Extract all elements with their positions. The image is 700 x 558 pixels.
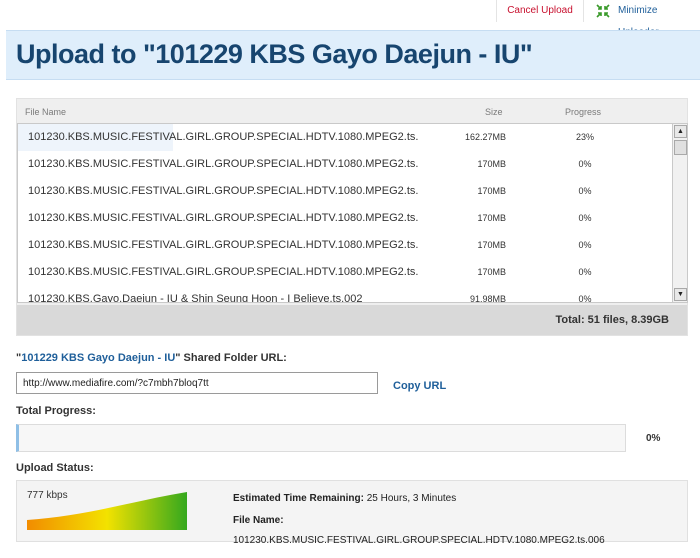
file-size-cell: 170MB bbox=[477, 186, 506, 196]
shared-folder-label-suffix: " Shared Folder URL: bbox=[175, 352, 287, 364]
estimated-time-remaining: Estimated Time Remaining: 25 Hours, 3 Mi… bbox=[233, 493, 456, 504]
file-total-summary: Total: 51 files, 8.39GB bbox=[555, 314, 669, 326]
top-bar: Cancel Upload Minimize Uploader bbox=[0, 0, 700, 38]
file-row[interactable]: 101230.KBS.MUSIC.FESTIVAL.GIRL.GROUP.SPE… bbox=[18, 124, 672, 151]
file-name-cell: 101230.KBS.MUSIC.FESTIVAL.GIRL.GROUP.SPE… bbox=[28, 185, 419, 197]
file-size-cell: 170MB bbox=[477, 240, 506, 250]
file-name-cell: 101230.KBS.MUSIC.FESTIVAL.GIRL.GROUP.SPE… bbox=[28, 212, 419, 224]
upload-status-label: Upload Status: bbox=[16, 462, 94, 474]
upload-status-panel: 777 kbps Estimated Time Remaining: 25 Ho… bbox=[16, 480, 688, 546]
scroll-down-arrow-icon[interactable]: ▼ bbox=[674, 288, 687, 301]
file-list: File Name Size Progress 101230.KBS.MUSIC… bbox=[16, 98, 688, 336]
file-size-cell: 162.27MB bbox=[464, 132, 506, 142]
file-row[interactable]: 101230.KBS.MUSIC.FESTIVAL.GIRL.GROUP.SPE… bbox=[18, 232, 672, 259]
shared-folder-url-input[interactable] bbox=[16, 372, 378, 394]
cancel-upload-label: Cancel Upload bbox=[507, 5, 573, 16]
file-progress-cell: 23% bbox=[575, 132, 594, 142]
file-size-cell: 170MB bbox=[477, 267, 506, 277]
file-progress-cell: 0% bbox=[578, 186, 592, 196]
file-row[interactable]: 101230.KBS.MUSIC.FESTIVAL.GIRL.GROUP.SPE… bbox=[18, 151, 672, 178]
file-progress-cell: 0% bbox=[578, 267, 592, 277]
scroll-up-arrow-icon[interactable]: ▲ bbox=[674, 125, 687, 138]
minimize-arrows-icon bbox=[596, 4, 610, 18]
file-progress-cell: 0% bbox=[578, 294, 592, 303]
eta-label: Estimated Time Remaining: bbox=[233, 493, 364, 504]
cancel-upload-link[interactable]: Cancel Upload bbox=[496, 0, 584, 22]
file-row[interactable]: 101230.KBS.Gayo.Daejun - IU & Shin Seung… bbox=[18, 286, 672, 303]
file-size-cell: 91.98MB bbox=[469, 294, 506, 303]
column-header-file-name: File Name bbox=[25, 107, 67, 117]
file-list-body[interactable]: 101230.KBS.MUSIC.FESTIVAL.GIRL.GROUP.SPE… bbox=[17, 123, 672, 303]
file-name-cell: 101230.KBS.MUSIC.FESTIVAL.GIRL.GROUP.SPE… bbox=[28, 266, 419, 278]
file-name-cell: 101230.KBS.MUSIC.FESTIVAL.GIRL.GROUP.SPE… bbox=[28, 131, 419, 143]
shared-folder-name-link[interactable]: 101229 KBS Gayo Daejun - IU bbox=[21, 352, 175, 364]
total-progress-bar bbox=[16, 424, 626, 452]
file-name-cell: 101230.KBS.MUSIC.FESTIVAL.GIRL.GROUP.SPE… bbox=[28, 158, 419, 170]
file-row[interactable]: 101230.KBS.MUSIC.FESTIVAL.GIRL.GROUP.SPE… bbox=[18, 259, 672, 286]
file-size-cell: 170MB bbox=[477, 213, 506, 223]
file-row[interactable]: 101230.KBS.MUSIC.FESTIVAL.GIRL.GROUP.SPE… bbox=[18, 205, 672, 232]
file-list-scrollbar[interactable]: ▲ ▼ bbox=[672, 123, 688, 303]
column-header-size: Size bbox=[485, 107, 503, 117]
file-list-footer: Total: 51 files, 8.39GB bbox=[17, 305, 687, 335]
scroll-thumb[interactable] bbox=[674, 140, 687, 155]
file-size-cell: 170MB bbox=[477, 159, 506, 169]
eta-value: 25 Hours, 3 Minutes bbox=[366, 493, 457, 504]
title-banner: Upload to "101229 KBS Gayo Daejun - IU" bbox=[6, 30, 700, 80]
page-title: Upload to "101229 KBS Gayo Daejun - IU" bbox=[16, 39, 533, 69]
shared-folder-label: "101229 KBS Gayo Daejun - IU" Shared Fol… bbox=[16, 352, 287, 364]
total-progress-percent: 0% bbox=[646, 433, 661, 444]
file-progress-cell: 0% bbox=[578, 213, 592, 223]
file-list-header: File Name Size Progress bbox=[17, 99, 687, 123]
file-progress-cell: 0% bbox=[578, 240, 592, 250]
minimize-uploader-button[interactable]: Minimize Uploader bbox=[586, 0, 700, 38]
file-row[interactable]: 101230.KBS.MUSIC.FESTIVAL.GIRL.GROUP.SPE… bbox=[18, 178, 672, 205]
total-progress-label: Total Progress: bbox=[16, 405, 96, 417]
copy-url-button[interactable]: Copy URL bbox=[393, 380, 446, 392]
file-name-cell: 101230.KBS.MUSIC.FESTIVAL.GIRL.GROUP.SPE… bbox=[28, 239, 419, 251]
column-header-progress: Progress bbox=[565, 107, 602, 117]
current-file-name-label: File Name: bbox=[233, 515, 284, 526]
file-progress-cell: 0% bbox=[578, 159, 592, 169]
upload-speed: 777 kbps bbox=[27, 490, 68, 501]
current-file-name: 101230.KBS.MUSIC.FESTIVAL.GIRL.GROUP.SPE… bbox=[233, 535, 605, 546]
file-name-cell: 101230.KBS.Gayo.Daejun - IU & Shin Seung… bbox=[28, 293, 363, 303]
